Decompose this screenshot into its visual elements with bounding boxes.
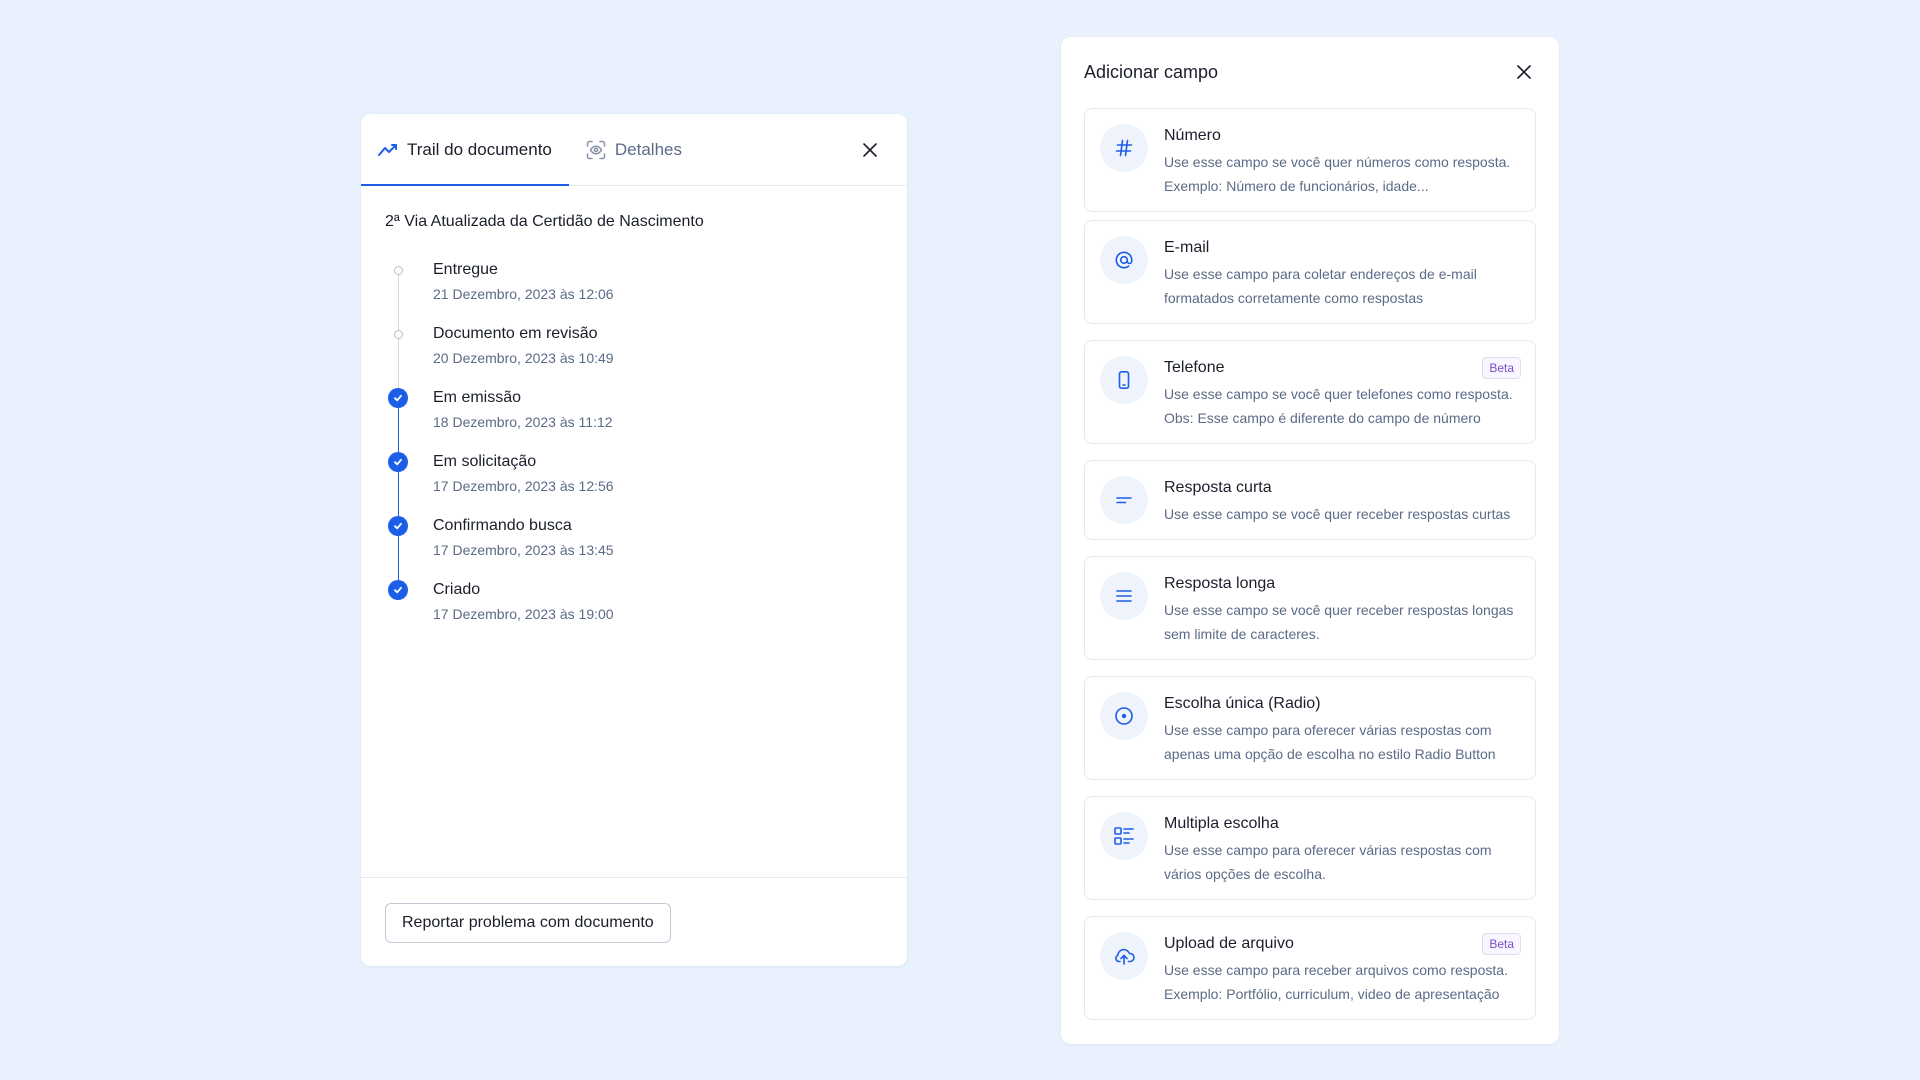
radio-icon <box>1100 692 1148 740</box>
timeline-connector <box>397 536 399 580</box>
checklist-icon <box>1100 812 1148 860</box>
timeline-marker <box>388 580 408 600</box>
cloud-upload-icon <box>1100 932 1148 980</box>
field-option-name: Upload de arquivo <box>1164 935 1294 952</box>
report-problem-button[interactable]: Reportar problema com documento <box>385 903 671 943</box>
timeline-connector <box>397 472 399 516</box>
phone-device-icon <box>1100 356 1148 404</box>
beta-badge: Beta <box>1482 933 1521 955</box>
field-option-description: Use esse campo se você quer números como… <box>1164 154 1511 194</box>
timeline-marker <box>388 388 408 408</box>
add-field-panel: Adicionar campo Número Use esse campo se… <box>1061 37 1559 1044</box>
field-option-description: Use esse campo para coletar endereços de… <box>1164 266 1477 306</box>
tab-label: Trail do documento <box>407 139 552 159</box>
hash-icon <box>1100 124 1148 172</box>
tab-detalhes[interactable]: Detalhes <box>586 114 682 185</box>
timeline-connector <box>397 338 399 394</box>
field-option-telefone[interactable]: Telefone Beta Use esse campo se você que… <box>1084 340 1536 444</box>
close-trail-button[interactable] <box>857 137 883 163</box>
timeline-title: Documento em revisão <box>433 325 598 342</box>
field-option-multipla-escolha[interactable]: Multipla escolha Use esse campo para ofe… <box>1084 796 1536 900</box>
timeline-connector <box>397 408 399 452</box>
timeline-title: Criado <box>433 581 481 598</box>
field-option-description: Use esse campo se você quer receber resp… <box>1164 506 1511 522</box>
field-option-name: Escolha única (Radio) <box>1164 695 1321 712</box>
check-circle-icon <box>388 516 408 536</box>
timeline-item: Documento em revisão 20 Dezembro, 2023 à… <box>385 324 885 394</box>
document-title: 2ª Via Atualizada da Certidão de Nascime… <box>385 213 704 230</box>
field-option-name: Telefone <box>1164 359 1225 376</box>
scan-eye-icon <box>586 140 606 160</box>
timeline-title: Em solicitação <box>433 453 537 470</box>
field-option-numero[interactable]: Número Use esse campo se você quer númer… <box>1084 108 1536 212</box>
field-option-resposta-longa[interactable]: Resposta longa Use esse campo se você qu… <box>1084 556 1536 660</box>
pending-dot-icon <box>393 329 403 339</box>
long-text-icon <box>1100 572 1148 620</box>
field-option-escolha-unica[interactable]: Escolha única (Radio) Use esse campo par… <box>1084 676 1536 780</box>
close-icon <box>1517 65 1531 79</box>
timeline-item: Criado 17 Dezembro, 2023 às 19:00 <box>385 580 885 644</box>
field-option-description: Use esse campo para receber arquivos com… <box>1164 962 1508 1002</box>
timeline-item: Confirmando busca 17 Dezembro, 2023 às 1… <box>385 516 885 580</box>
check-circle-icon <box>388 452 408 472</box>
close-add-field-button[interactable] <box>1511 59 1537 85</box>
timeline-date: 18 Dezembro, 2023 às 11:12 <box>433 414 613 430</box>
timeline-date: 17 Dezembro, 2023 às 19:00 <box>433 606 614 622</box>
timeline-marker <box>388 452 408 472</box>
tab-trail-do-documento[interactable]: Trail do documento <box>361 114 569 186</box>
field-option-name: Número <box>1164 127 1221 144</box>
beta-badge: Beta <box>1482 357 1521 379</box>
field-option-upload-arquivo[interactable]: Upload de arquivo Beta Use esse campo pa… <box>1084 916 1536 1020</box>
field-option-name: Resposta curta <box>1164 479 1272 496</box>
at-sign-icon <box>1100 236 1148 284</box>
close-icon <box>863 143 877 157</box>
timeline-title: Entregue <box>433 261 498 278</box>
field-option-description: Use esse campo para oferecer várias resp… <box>1164 722 1496 762</box>
timeline-title: Em emissão <box>433 389 522 406</box>
field-option-name: Multipla escolha <box>1164 815 1279 832</box>
timeline-marker <box>388 260 408 280</box>
timeline-date: 17 Dezembro, 2023 às 13:45 <box>433 542 614 558</box>
timeline-item: Entregue 21 Dezembro, 2023 às 12:06 <box>385 260 885 330</box>
field-option-resposta-curta[interactable]: Resposta curta Use esse campo se você qu… <box>1084 460 1536 540</box>
panel-title: Adicionar campo <box>1084 62 1219 82</box>
timeline-marker <box>388 324 408 344</box>
timeline-item: Em emissão 18 Dezembro, 2023 às 11:12 <box>385 388 885 452</box>
field-option-name: Resposta longa <box>1164 575 1276 592</box>
check-circle-icon <box>388 388 408 408</box>
field-option-description: Use esse campo se você quer telefones co… <box>1164 386 1513 426</box>
pending-dot-icon <box>393 265 403 275</box>
short-text-icon <box>1100 476 1148 524</box>
field-option-description: Use esse campo se você quer receber resp… <box>1164 602 1514 642</box>
timeline-connector <box>397 274 399 330</box>
field-option-description: Use esse campo para oferecer várias resp… <box>1164 842 1492 882</box>
trail-tabs: Trail do documento Detalhes <box>361 114 907 186</box>
trend-line-icon <box>378 140 398 160</box>
tab-label: Detalhes <box>614 139 682 159</box>
timeline-marker <box>388 516 408 536</box>
field-option-name: E-mail <box>1164 239 1210 256</box>
field-option-email[interactable]: E-mail Use esse campo para coletar ender… <box>1084 220 1536 324</box>
trail-footer: Reportar problema com documento <box>361 877 907 966</box>
timeline-date: 17 Dezembro, 2023 às 12:56 <box>433 478 614 494</box>
check-circle-icon <box>388 580 408 600</box>
timeline: Entregue 21 Dezembro, 2023 às 12:06 Docu… <box>385 260 885 644</box>
timeline-date: 21 Dezembro, 2023 às 12:06 <box>433 286 614 302</box>
timeline-item: Em solicitação 17 Dezembro, 2023 às 12:5… <box>385 452 885 516</box>
timeline-title: Confirmando busca <box>433 517 572 534</box>
timeline-date: 20 Dezembro, 2023 às 10:49 <box>433 350 614 366</box>
document-trail-panel: Trail do documento Detalhes 2ª Via Atual… <box>361 114 907 966</box>
